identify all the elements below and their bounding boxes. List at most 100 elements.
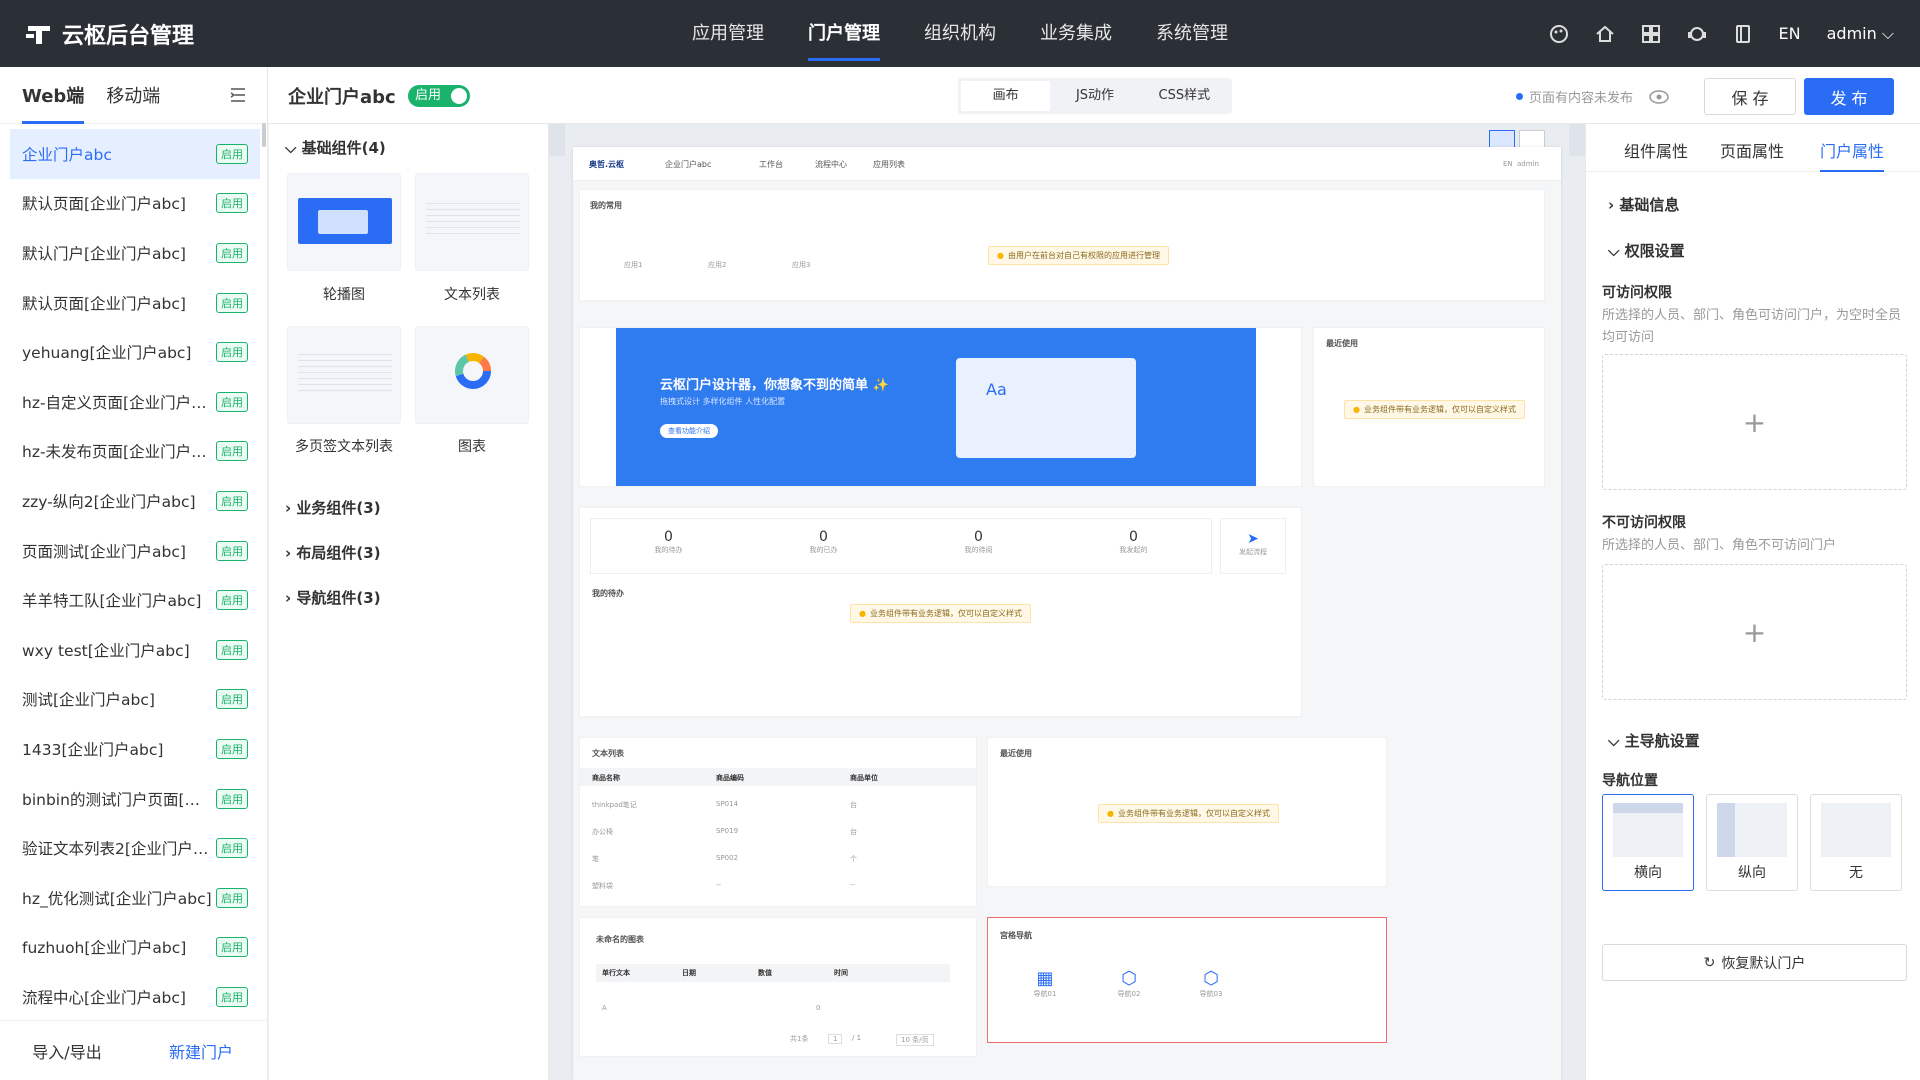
component-tab-text-list-label: 多页签文本列表 — [295, 439, 393, 455]
grid-nav-card[interactable]: 宫格导航 ▦ 导航01 ⬡ 导航02 ⬡ 导航03 — [987, 917, 1387, 1043]
carousel-banner[interactable]: 云枢门户设计器，你想象不到的简单 ✨ 拖拽式设计 多样化组件 人性化配置 查看功… — [616, 328, 1256, 486]
tab-component-props[interactable]: 组件属性 — [1624, 138, 1688, 162]
sidebar-scrollbar[interactable] — [262, 123, 266, 147]
banner-cta-button[interactable]: 查看功能介绍 — [660, 424, 718, 438]
stat-done[interactable]: 0 我的已办 — [746, 519, 901, 573]
nav-integration[interactable]: 业务集成 — [1018, 0, 1134, 67]
section-main-nav[interactable]: ⌵ 主导航设置 — [1608, 730, 1700, 751]
page-list-item[interactable]: binbin的测试门户页面[企... 启用 — [10, 774, 260, 824]
access-permission-add[interactable]: + — [1602, 354, 1907, 490]
tab-portal-props[interactable]: 门户属性 — [1820, 138, 1884, 162]
favorite-item-2[interactable]: 应用2 — [708, 260, 726, 270]
page-list-item[interactable]: 羊羊特工队[企业门户abc] 启用 — [10, 575, 260, 625]
preview-logo: 奥哲.云枢 — [589, 160, 625, 169]
preview-nav-workbench[interactable]: 工作台 — [759, 159, 783, 170]
chart-pager-size[interactable]: 10 条/页 — [896, 1034, 934, 1046]
app-logo[interactable]: 云枢后台管理 — [26, 18, 194, 50]
page-list-item[interactable]: 页面测试[企业门户abc] 启用 — [10, 526, 260, 576]
grid-nav-item-3[interactable]: ⬡ 导航03 — [1196, 968, 1226, 999]
page-list-item[interactable]: 默认页面[企业门户abc] 启用 — [10, 179, 260, 229]
eye-icon[interactable] — [1649, 89, 1669, 104]
page-list-item[interactable]: fuzhuoh[企业门户abc] 启用 — [10, 923, 260, 973]
group-business[interactable]: › 业务组件(3) — [285, 497, 381, 518]
page-list-item[interactable]: zzy-纵向2[企业门户abc] 启用 — [10, 476, 260, 526]
component-library: ⌵ 基础组件(4) 轮播图 文本列表 多页签文本列表 图表 › 业务组件(3) … — [269, 124, 549, 1080]
home-icon[interactable] — [1595, 24, 1615, 44]
toggle-knob — [451, 88, 467, 104]
page-list-item[interactable]: hz-未发布页面[企业门户ab... 启用 — [10, 427, 260, 477]
favorite-item-3[interactable]: 应用3 — [792, 260, 810, 270]
nav-position-none[interactable]: 无 — [1810, 794, 1902, 891]
nav-portal-management[interactable]: 门户管理 — [786, 0, 902, 67]
tab-mobile[interactable]: 移动端 — [106, 82, 160, 108]
preview-nav-apps[interactable]: 应用列表 — [873, 159, 905, 170]
publish-button[interactable]: 发 布 — [1804, 78, 1894, 115]
favorite-item-1[interactable]: 应用1 — [624, 260, 642, 270]
platform-tabs: Web端 移动端 — [0, 67, 267, 124]
nav-position-vertical[interactable]: 纵向 — [1706, 794, 1798, 891]
nav-app-management[interactable]: 应用管理 — [670, 0, 786, 67]
stat-started[interactable]: 0 我发起的 — [1056, 519, 1211, 573]
top-right-tools: EN admin ⌵ — [1549, 0, 1894, 67]
apps-grid-icon[interactable] — [1641, 24, 1661, 44]
status-badge: 启用 — [216, 887, 248, 908]
component-tab-text-list[interactable] — [287, 326, 401, 424]
mode-js[interactable]: JS动作 — [1050, 81, 1139, 111]
section-basic-info[interactable]: › 基础信息 — [1608, 194, 1679, 215]
page-name: hz_优化测试[企业门户abc] — [22, 889, 212, 908]
page-list-item[interactable]: 默认页面[企业门户abc] 启用 — [10, 278, 260, 328]
chart-pager-page[interactable]: 1 — [828, 1034, 843, 1044]
restore-default-button[interactable]: ↻ 恢复默认门户 — [1602, 944, 1907, 981]
book-icon[interactable] — [1733, 24, 1753, 44]
component-text-list[interactable] — [415, 173, 529, 271]
collapse-menu-icon[interactable] — [229, 87, 247, 103]
section-permission[interactable]: ⌵ 权限设置 — [1608, 240, 1685, 261]
page-list-item[interactable]: 1433[企业门户abc] 启用 — [10, 724, 260, 774]
text-list-cell: 个 — [850, 855, 857, 863]
language-switch[interactable]: EN — [1779, 24, 1801, 43]
enable-toggle[interactable]: 启用 — [408, 85, 470, 107]
tab-web[interactable]: Web端 — [22, 82, 85, 124]
component-chart[interactable] — [415, 326, 529, 424]
page-list-item[interactable]: wxy test[企业门户abc] 启用 — [10, 625, 260, 675]
grid-nav-item-2[interactable]: ⬡ 导航02 — [1114, 968, 1144, 999]
left-collapse-handle[interactable] — [549, 124, 565, 156]
import-export-button[interactable]: 导入/导出 — [0, 1039, 134, 1063]
chart-title: 未命名的图表 — [596, 935, 644, 944]
user-menu[interactable]: admin ⌵ — [1827, 24, 1894, 44]
page-list-item[interactable]: 默认门户[企业门户abc] 启用 — [10, 228, 260, 278]
nav-organization[interactable]: 组织机构 — [902, 0, 1018, 67]
page-list-item[interactable]: 测试[企业门户abc] 启用 — [10, 675, 260, 725]
nav-system[interactable]: 系统管理 — [1134, 0, 1250, 67]
preview-portal-select[interactable]: 企业门户abc — [665, 159, 711, 170]
group-navigation[interactable]: › 导航组件(3) — [285, 587, 381, 608]
preview-user[interactable]: admin — [1517, 160, 1539, 168]
new-portal-button[interactable]: 新建门户 — [134, 1039, 268, 1063]
stat-todo[interactable]: 0 我的待办 — [591, 519, 746, 573]
grid-nav-label-2: 导航02 — [1117, 990, 1141, 998]
support-icon[interactable] — [1687, 24, 1707, 44]
stat-read[interactable]: 0 我的待阅 — [901, 519, 1056, 573]
component-carousel[interactable] — [287, 173, 401, 271]
status-badge: 启用 — [216, 590, 248, 611]
start-flow-button[interactable]: ➤ 发起流程 — [1220, 518, 1286, 574]
palette-icon[interactable] — [1549, 24, 1569, 44]
tab-page-props[interactable]: 页面属性 — [1720, 138, 1784, 162]
group-basic[interactable]: ⌵ 基础组件(4) — [285, 137, 386, 158]
group-layout[interactable]: › 布局组件(3) — [285, 542, 381, 563]
page-list-item[interactable]: yehuang[企业门户abc] 启用 — [10, 327, 260, 377]
preview-lang[interactable]: EN — [1503, 160, 1513, 168]
right-collapse-handle[interactable] — [1569, 124, 1585, 156]
save-button[interactable]: 保 存 — [1704, 78, 1796, 115]
mode-css[interactable]: CSS样式 — [1140, 81, 1229, 111]
deny-permission-add[interactable]: + — [1602, 564, 1907, 700]
preview-nav-process[interactable]: 流程中心 — [815, 159, 847, 170]
mode-canvas[interactable]: 画布 — [961, 81, 1051, 111]
nav-position-horizontal[interactable]: 横向 — [1602, 794, 1694, 891]
page-list-item[interactable]: hz_优化测试[企业门户abc] 启用 — [10, 873, 260, 923]
page-list-item[interactable]: 企业门户abc 启用 — [10, 129, 260, 179]
grid-nav-item-1[interactable]: ▦ 导航01 — [1030, 968, 1060, 999]
page-list-item[interactable]: hz-自定义页面[企业门户ab... 启用 — [10, 377, 260, 427]
page-list-item[interactable]: 验证文本列表2[企业门户a... 启用 — [10, 823, 260, 873]
page-list-item[interactable]: 流程中心[企业门户abc] 启用 — [10, 972, 260, 1022]
